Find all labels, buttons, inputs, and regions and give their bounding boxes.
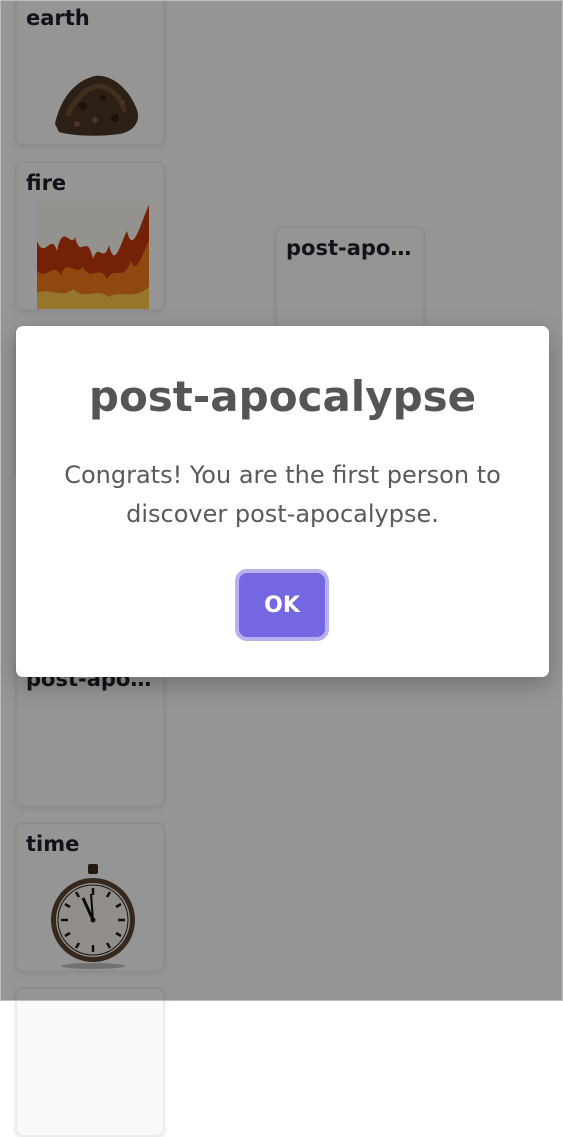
dialog-message: Congrats! You are the first person to di…: [64, 461, 501, 528]
discovery-dialog: post-apocalypse Congrats! You are the fi…: [16, 326, 549, 677]
element-card-bottom[interactable]: [15, 987, 165, 1137]
ok-button[interactable]: OK: [239, 573, 325, 637]
dialog-title: post-apocalypse: [88, 372, 477, 421]
